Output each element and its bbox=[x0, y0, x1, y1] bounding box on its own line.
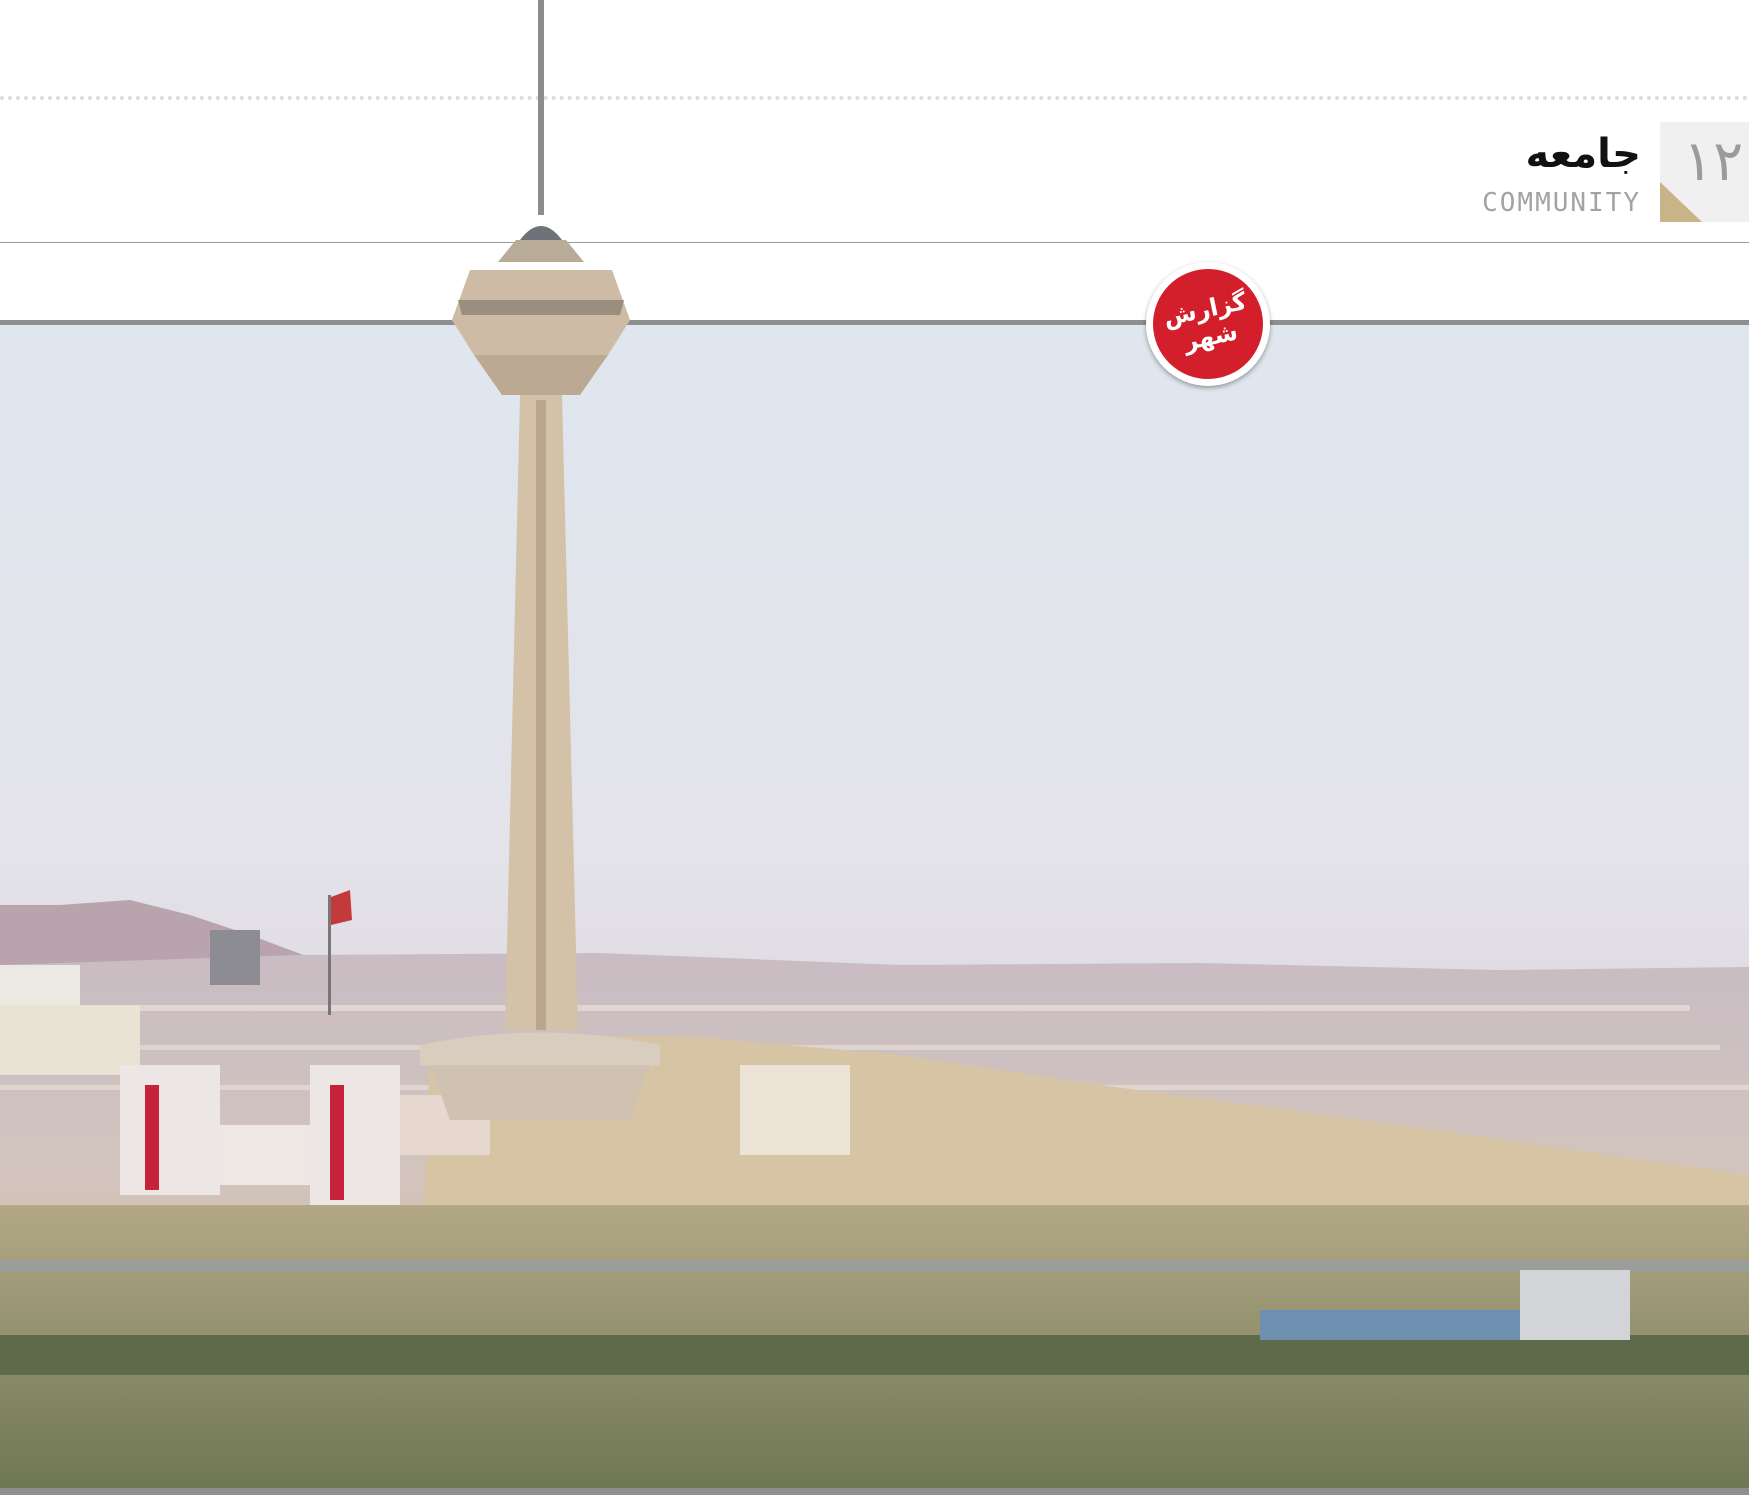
tower-head-base bbox=[474, 355, 608, 395]
tower-head-band bbox=[458, 300, 624, 315]
milad-tower bbox=[420, 0, 660, 1120]
tower-cap bbox=[520, 226, 562, 240]
tower-shaft-stripe bbox=[536, 400, 546, 1030]
city-report-badge: گزارش شهر bbox=[1142, 258, 1274, 390]
tower-antenna bbox=[538, 0, 544, 215]
tower-dome bbox=[498, 240, 584, 262]
tower-podium bbox=[430, 1065, 650, 1120]
